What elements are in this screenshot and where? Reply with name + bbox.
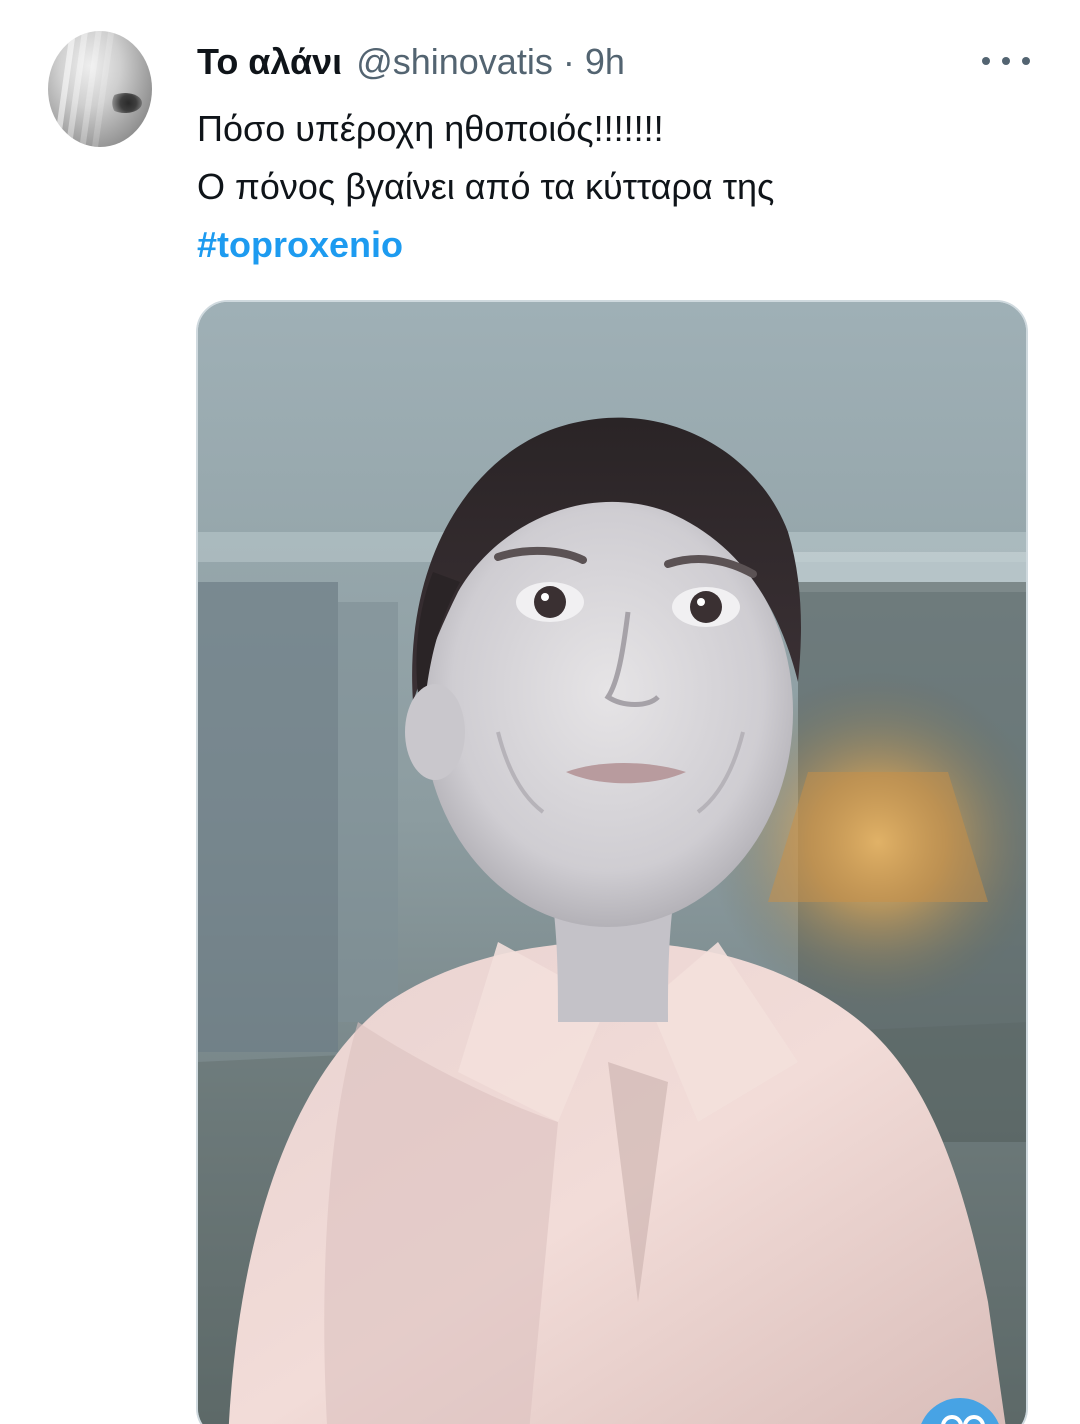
hashtag-link[interactable]: #toproxenio <box>197 216 1037 274</box>
media-view-icon[interactable] <box>918 1398 1002 1424</box>
author-handle[interactable]: @shinovatis <box>356 38 553 86</box>
tweet-text: Πόσο υπέροχη ηθοποιός!!!!!!! Ο πόνος βγα… <box>197 100 1037 274</box>
tweet-media-photo[interactable] <box>196 300 1028 1424</box>
more-options-icon[interactable] <box>982 46 1030 76</box>
tweet[interactable]: Το αλάνι @shinovatis · 9h Πόσο υπέροχη η… <box>0 0 1080 1424</box>
photo-illustration <box>198 302 1026 1424</box>
avatar-eye <box>108 93 142 113</box>
avatar[interactable] <box>48 31 152 147</box>
separator-dot: · <box>562 41 575 82</box>
author-name[interactable]: Το αλάνι <box>197 38 342 86</box>
tweet-timestamp[interactable]: 9h <box>585 38 625 86</box>
tweet-text-line-1: Πόσο υπέροχη ηθοποιός!!!!!!! <box>197 108 664 149</box>
tweet-header: Το αλάνι @shinovatis · 9h <box>197 38 625 86</box>
tweet-text-line-2: Ο πόνος βγαίνει από τα κύτταρα της <box>197 166 775 207</box>
